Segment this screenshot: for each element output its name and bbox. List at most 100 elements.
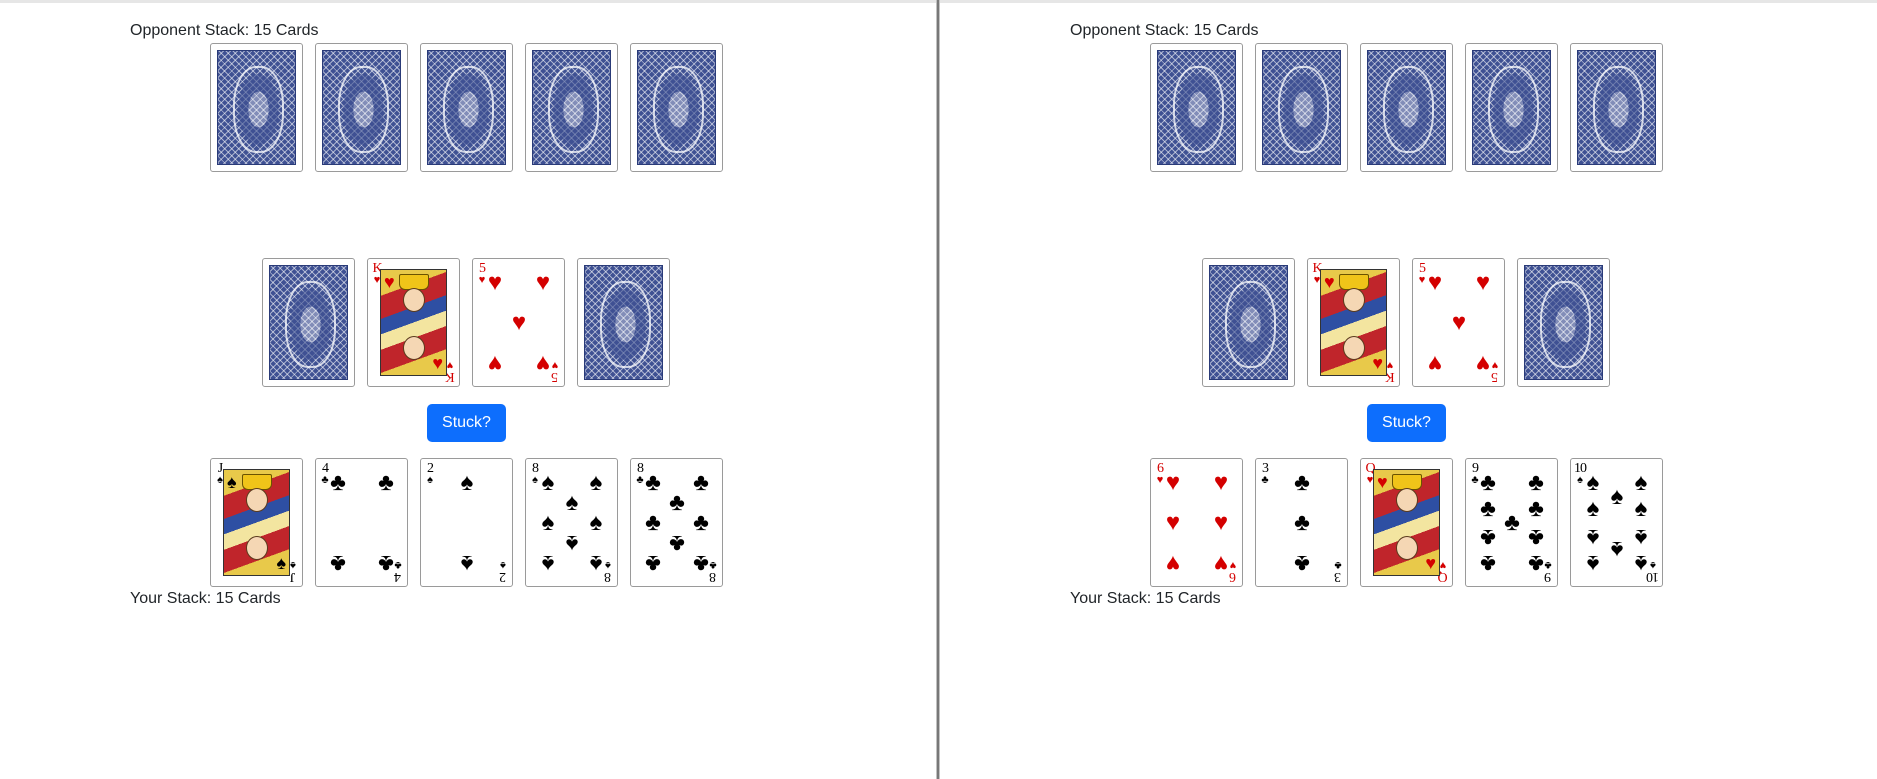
your-stack-label: Your Stack: 15 Cards [130,590,281,607]
card-back[interactable] [1202,258,1295,387]
playing-card[interactable]: 2 ♠ 2 ♠ ♠ ♠ [420,458,513,587]
card-back [1150,43,1243,172]
card-index: 2 ♠ [423,462,437,486]
suit-pip-icon: ♣ [1504,509,1520,536]
playing-card[interactable]: 5 ♥ 5 ♥ ♥ ♥ ♥ ♥ ♥ [1412,258,1505,387]
suit-pip-icon: ♣ [1528,469,1544,496]
face-card-art: ♥ ♥ [1320,269,1387,376]
suit-pip-icon: ♥ [1213,550,1229,577]
suit-pip-icon: ♠ [589,509,603,536]
playing-card[interactable]: 10 ♠ 10 ♠ ♠ ♠ ♠ ♠ ♠ ♠ ♠ ♠ ♠ ♠ [1570,458,1663,587]
card-back [1255,43,1348,172]
card-index: 2 ♠ [496,559,510,584]
opponent-card-row [1150,43,1675,172]
card-back[interactable] [577,258,670,387]
suit-pip-icon: ♥ [1213,469,1229,496]
your-card-row: J ♠ J ♠ ♠ ♠ 4 ♣ 4 ♣ ♣ ♣ ♣ ♣ 2 ♠ 2 ♠ ♠ ♠ 8 ♠ 8 ♠ ♠ ♠ ♠ ♠ ♠ ♠ ♠ ♠ 8 ♣ 8 ♣ ♣ ♣ ♣ ♣… [210,458,735,587]
suit-pip-icon: ♣ [1480,524,1496,551]
suit-pip-icon: ♣ [645,550,661,577]
suit-pip-icon: ♣ [693,550,709,577]
figure-head [1396,536,1418,560]
middle-card-row: K ♥ K ♥ ♥ ♥ 5 ♥ 5 ♥ ♥ ♥ ♥ ♥ ♥ [1202,258,1622,387]
card-back [315,43,408,172]
face-card-art: ♥ ♥ [380,269,447,376]
suit-pip-icon: ♠ [589,469,603,496]
card-back [420,43,513,172]
suit-pip-icon: ♣ [378,469,394,496]
suit-pip-icon: ♥ [535,269,551,296]
figure-head [1343,288,1365,312]
suit-pip-icon: ♠ [1610,483,1624,510]
suit-pip-icon: ♥ [1475,269,1491,296]
opponent-stack-label: Opponent Stack: 15 Cards [1070,22,1259,39]
card-back [1570,43,1663,172]
suit-icon: ♥ [384,272,395,292]
suit-pip-icon: ♣ [1480,469,1496,496]
figure-head [403,288,425,312]
playing-card[interactable]: Q ♥ Q ♥ ♥ ♥ [1360,458,1453,587]
suit-pip-icon: ♣ [1294,509,1310,536]
suit-pip-icon: ♥ [487,350,503,377]
suit-icon: ♥ [1425,553,1436,573]
figure-head [246,536,268,560]
playing-card[interactable]: 8 ♠ 8 ♠ ♠ ♠ ♠ ♠ ♠ ♠ ♠ ♠ [525,458,618,587]
game-panel-left: Opponent Stack: 15 Cards K ♥ K ♥ ♥ ♥ 5 ♥ 5 ♥ ♥ ♥ ♥ ♥ ♥… [0,3,936,779]
suit-pip-icon: ♣ [1294,550,1310,577]
suit-pip-icon: ♠ [565,530,579,557]
playing-card[interactable]: J ♠ J ♠ ♠ ♠ [210,458,303,587]
card-suit-icon: ♠ [500,559,506,571]
suit-pip-icon: ♣ [669,489,685,516]
suit-pip-icon: ♥ [1427,269,1443,296]
figure-head [1396,488,1418,512]
card-suit-icon: ♠ [427,474,433,486]
suit-pip-icon: ♠ [1634,469,1648,496]
card-back [630,43,723,172]
playing-card[interactable]: 4 ♣ 4 ♣ ♣ ♣ ♣ ♣ [315,458,408,587]
suit-pip-icon: ♣ [669,530,685,557]
stuck-button[interactable]: Stuck? [427,404,506,442]
playing-card[interactable]: K ♥ K ♥ ♥ ♥ [1307,258,1400,387]
suit-pip-icon: ♥ [1165,469,1181,496]
card-back [210,43,303,172]
stuck-button[interactable]: Stuck? [1367,404,1446,442]
card-back [1360,43,1453,172]
suit-pip-icon: ♣ [693,469,709,496]
playing-card[interactable]: K ♥ K ♥ ♥ ♥ [367,258,460,387]
suit-pip-icon: ♠ [460,550,474,577]
suit-pip-icon: ♣ [1480,495,1496,522]
playing-card[interactable]: 8 ♣ 8 ♣ ♣ ♣ ♣ ♣ ♣ ♣ ♣ ♣ [630,458,723,587]
suit-pip-icon: ♠ [565,489,579,516]
card-index: 3 ♣ [1331,559,1345,584]
card-rank: 3 [1335,569,1341,584]
playing-card[interactable]: 3 ♣ 3 ♣ ♣ ♣ ♣ [1255,458,1348,587]
suit-pip-icon: ♠ [541,550,555,577]
suit-pip-icon: ♣ [645,509,661,536]
card-back[interactable] [262,258,355,387]
suit-pip-icon: ♥ [1165,550,1181,577]
suit-icon: ♠ [276,553,286,573]
suit-pip-icon: ♣ [1294,469,1310,496]
suit-icon: ♥ [1324,272,1335,292]
face-card-art: ♠ ♠ [223,469,290,576]
figure-head [403,336,425,360]
suit-pip-icon: ♥ [1451,309,1467,336]
playing-card[interactable]: 5 ♥ 5 ♥ ♥ ♥ ♥ ♥ ♥ [472,258,565,387]
suit-pip-icon: ♣ [645,469,661,496]
playing-card[interactable]: 9 ♣ 9 ♣ ♣ ♣ ♣ ♣ ♣ ♣ ♣ ♣ ♣ [1465,458,1558,587]
card-back[interactable] [1517,258,1610,387]
suit-icon: ♠ [227,472,237,492]
suit-pip-icon: ♣ [330,550,346,577]
opponent-stack-label: Opponent Stack: 15 Cards [130,22,319,39]
suit-pip-icon: ♠ [541,469,555,496]
suit-pip-icon: ♠ [1586,469,1600,496]
suit-pip-icon: ♥ [511,309,527,336]
suit-pip-icon: ♣ [1528,550,1544,577]
suit-pip-icon: ♥ [1213,509,1229,536]
suit-pip-icon: ♥ [1165,509,1181,536]
suit-pip-icon: ♣ [330,469,346,496]
card-suit-icon: ♣ [1261,474,1269,486]
suit-pip-icon: ♥ [1475,350,1491,377]
playing-card[interactable]: 6 ♥ 6 ♥ ♥ ♥ ♥ ♥ ♥ ♥ [1150,458,1243,587]
suit-pip-icon: ♣ [1528,524,1544,551]
suit-pip-icon: ♠ [460,469,474,496]
